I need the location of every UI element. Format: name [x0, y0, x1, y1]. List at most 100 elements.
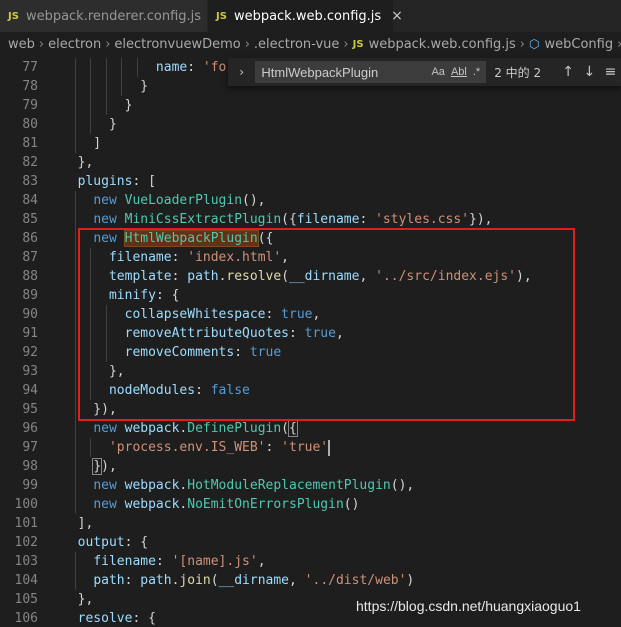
code-line[interactable]: 81 ] [0, 134, 621, 153]
line-number: 100 [14, 497, 38, 512]
code-token: minify [108, 288, 156, 303]
code-text: }), [62, 400, 117, 419]
javascript-file-icon: JS [216, 10, 227, 22]
code-line[interactable]: 91 removeAttributeQuotes: true, [0, 324, 621, 343]
breadcrumb-item[interactable]: electronvuewDemo [114, 37, 240, 52]
code-line[interactable]: 79 } [0, 96, 621, 115]
code-text: resolve: { [62, 609, 156, 627]
code-text: plugins: [ [62, 172, 156, 191]
code-token: ], [62, 516, 94, 531]
code-token: HotModuleReplacementPlugin [187, 478, 391, 493]
code-text: minify: { [62, 286, 179, 305]
tab-webpack-renderer-config[interactable]: JS webpack.renderer.config.js [0, 0, 208, 32]
symbol-variable-icon: ⬡ [529, 37, 540, 51]
code-text: new webpack.NoEmitOnErrorsPlugin() [62, 495, 359, 514]
code-token: : [155, 554, 172, 569]
code-token: 'true' [281, 440, 329, 455]
code-token: ), [516, 269, 532, 284]
match-case-toggle[interactable]: Aa [431, 66, 444, 78]
code-token: : [234, 345, 250, 360]
code-line[interactable]: 90 collapseWhitespace: true, [0, 305, 621, 324]
code-line[interactable]: 82 }, [0, 153, 621, 172]
arrow-up-icon[interactable]: ↑ [558, 64, 579, 80]
code-line[interactable]: 99 new webpack.HotModuleReplacementPlugi… [0, 476, 621, 495]
code-token: filename [93, 554, 156, 569]
code-text: ], [62, 514, 94, 533]
code-token: new [93, 421, 125, 436]
code-text: } [62, 96, 133, 115]
breadcrumb-file[interactable]: webpack.web.config.js [369, 37, 516, 52]
line-number: 103 [14, 554, 38, 569]
code-token: }, [62, 364, 125, 379]
line-number: 104 [14, 573, 38, 588]
code-editor[interactable]: 77 name: 'for 78 } 79 } 80 } 81 ] 82 }, 83 plu… [0, 56, 621, 627]
code-token: : [171, 269, 188, 284]
breadcrumb-item[interactable]: web [8, 37, 35, 52]
code-text: output: { [62, 533, 148, 552]
breadcrumb-item[interactable]: .electron-vue [254, 37, 340, 52]
code-token: name [155, 60, 188, 75]
code-line[interactable]: 95 }), [0, 400, 621, 419]
regex-toggle[interactable]: .* [473, 66, 480, 78]
code-token: webpack [124, 421, 180, 436]
code-line[interactable]: 83 plugins: [ [0, 172, 621, 191]
code-line[interactable]: 85 new MiniCssExtractPlugin({filename: '… [0, 210, 621, 229]
editor-tab-bar: JS webpack.renderer.config.js JS webpack… [0, 0, 621, 32]
breadcrumb-item[interactable]: electron [48, 37, 101, 52]
breadcrumb-symbol[interactable]: webConfig [544, 37, 613, 52]
code-token: path [93, 573, 125, 588]
code-line[interactable]: 94 nodeModules: false [0, 381, 621, 400]
match-count: 2 中的 2 [494, 65, 542, 80]
code-line[interactable]: 84 new VueLoaderPlugin(), [0, 191, 621, 210]
code-line[interactable]: 96 new webpack.DefinePlugin({ [0, 419, 621, 438]
code-token: ( [281, 269, 290, 284]
code-line[interactable]: 80 } [0, 115, 621, 134]
code-token: : [195, 383, 211, 398]
code-line[interactable]: 98 }), [0, 457, 621, 476]
code-token: plugins [62, 174, 133, 189]
arrow-down-icon[interactable]: ↓ [579, 64, 600, 80]
code-token: , [335, 326, 344, 341]
code-line[interactable]: 103 filename: '[name].js', [0, 552, 621, 571]
code-line[interactable]: 92 removeComments: true [0, 343, 621, 362]
code-text: filename: '[name].js', [62, 552, 265, 571]
code-token: collapseWhitespace [124, 307, 266, 322]
javascript-file-icon: JS [352, 38, 364, 50]
code-token: webpack [124, 497, 180, 512]
code-text: name: 'for [62, 58, 234, 77]
code-line[interactable]: 86 new HtmlWebpackPlugin({ [0, 229, 621, 248]
tab-label: webpack.web.config.js [233, 8, 382, 24]
find-in-selection-icon[interactable]: ≡ [600, 64, 621, 80]
code-token: output [62, 535, 125, 550]
breadcrumb: web › electron › electronvuewDemo › .ele… [0, 32, 621, 56]
line-number: 78 [22, 79, 38, 94]
whole-word-toggle[interactable]: Abl [451, 66, 467, 78]
code-line[interactable]: 104 path: path.join(__dirname, '../dist/… [0, 571, 621, 590]
code-line[interactable]: 89 minify: { [0, 286, 621, 305]
code-line[interactable]: 88 template: path.resolve(__dirname, '..… [0, 267, 621, 286]
code-line[interactable]: 93 }, [0, 362, 621, 381]
find-input[interactable]: HtmlWebpackPlugin Aa Abl .* [255, 61, 487, 83]
code-token: ({ [257, 231, 274, 246]
code-token: removeAttributeQuotes [124, 326, 289, 341]
code-text: nodeModules: false [62, 381, 250, 400]
code-token: : [265, 307, 282, 322]
code-line[interactable]: 101 ], [0, 514, 621, 533]
code-text: }, [62, 590, 94, 609]
code-token: : [124, 573, 141, 588]
code-token: new [93, 497, 125, 512]
code-token: (), [242, 193, 266, 208]
close-icon[interactable]: × [391, 8, 403, 24]
chevron-right-icon: › [519, 36, 525, 52]
code-line[interactable]: 102 output: { [0, 533, 621, 552]
code-line[interactable]: 87 filename: 'index.html', [0, 248, 621, 267]
chevron-right-icon[interactable]: › [234, 65, 249, 79]
code-line[interactable]: 97 'process.env.IS_WEB': 'true' [0, 438, 621, 457]
code-line[interactable]: 100 new webpack.NoEmitOnErrorsPlugin() [0, 495, 621, 514]
tab-webpack-web-config[interactable]: JS webpack.web.config.js × [208, 0, 403, 32]
